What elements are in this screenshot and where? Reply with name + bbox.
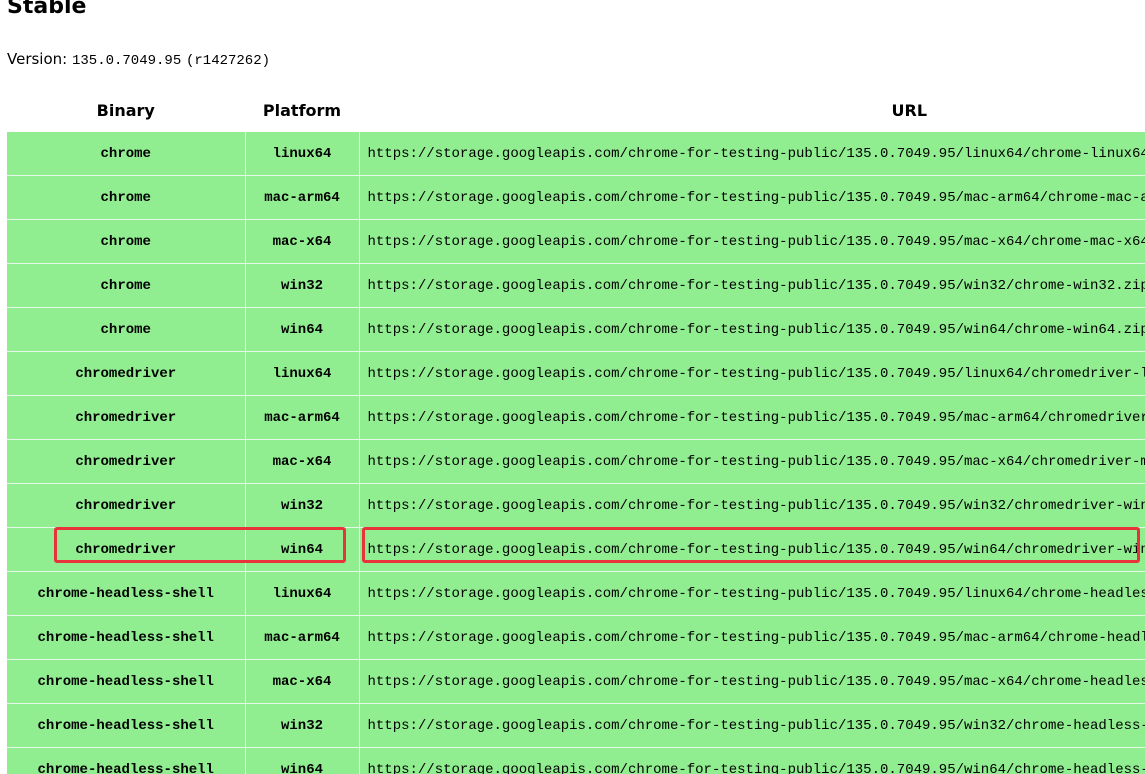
url-cell[interactable]: https://storage.googleapis.com/chrome-fo… — [359, 747, 1145, 774]
platform-cell: linux64 — [245, 132, 360, 176]
table-row: chrome mac-arm64 https://storage.googlea… — [7, 175, 1145, 220]
platform-cell: win64 — [245, 307, 360, 352]
platform-cell: win32 — [245, 263, 360, 308]
table-row: chrome-headless-shell win32 https://stor… — [7, 703, 1145, 748]
binary-cell: chrome — [7, 307, 246, 352]
binary-cell: chromedriver — [7, 439, 246, 484]
binary-cell: chromedriver — [7, 483, 246, 528]
header-url: URL — [359, 89, 1145, 132]
platform-cell: mac-x64 — [245, 659, 360, 704]
url-cell[interactable]: https://storage.googleapis.com/chrome-fo… — [359, 571, 1145, 616]
table-row: chrome linux64 https://storage.googleapi… — [7, 132, 1145, 176]
binary-cell: chrome — [7, 175, 246, 220]
url-cell[interactable]: https://storage.googleapis.com/chrome-fo… — [359, 351, 1145, 396]
platform-cell: linux64 — [245, 351, 360, 396]
table-row: chrome win32 https://storage.googleapis.… — [7, 263, 1145, 308]
url-cell[interactable]: https://storage.googleapis.com/chrome-fo… — [359, 483, 1145, 528]
version-number: 135.0.7049.95 — [72, 53, 182, 69]
binary-cell: chrome-headless-shell — [7, 659, 246, 704]
section-title: Stable — [7, 0, 87, 19]
platform-cell: win64 — [245, 747, 360, 774]
binary-cell: chrome — [7, 219, 246, 264]
table-body: chrome linux64 https://storage.googleapi… — [7, 132, 1145, 774]
binary-cell: chrome — [7, 132, 246, 176]
table-header-row: Binary Platform URL — [7, 89, 1145, 132]
table-row: chrome-headless-shell mac-arm64 https://… — [7, 615, 1145, 660]
table-row: chromedriver linux64 https://storage.goo… — [7, 351, 1145, 396]
binary-cell: chrome-headless-shell — [7, 615, 246, 660]
url-cell[interactable]: https://storage.googleapis.com/chrome-fo… — [359, 132, 1145, 176]
url-cell[interactable]: https://storage.googleapis.com/chrome-fo… — [359, 659, 1145, 704]
binary-cell: chrome — [7, 263, 246, 308]
binary-cell: chrome-headless-shell — [7, 747, 246, 774]
version-label: Version: — [7, 50, 68, 68]
version-line: Version: 135.0.7049.95 (r1427262) — [7, 48, 270, 72]
platform-cell: mac-arm64 — [245, 395, 360, 440]
platform-cell: win32 — [245, 703, 360, 748]
table-row: chrome win64 https://storage.googleapis.… — [7, 307, 1145, 352]
header-platform: Platform — [245, 89, 360, 132]
url-cell[interactable]: https://storage.googleapis.com/chrome-fo… — [359, 703, 1145, 748]
table-row: chrome-headless-shell win64 https://stor… — [7, 747, 1145, 774]
table-row: chromedriver win32 https://storage.googl… — [7, 483, 1145, 528]
platform-cell: mac-x64 — [245, 219, 360, 264]
url-cell[interactable]: https://storage.googleapis.com/chrome-fo… — [359, 439, 1145, 484]
platform-cell: win64 — [245, 527, 360, 572]
table-row: chromedriver mac-arm64 https://storage.g… — [7, 395, 1145, 440]
platform-cell: linux64 — [245, 571, 360, 616]
url-cell[interactable]: https://storage.googleapis.com/chrome-fo… — [359, 263, 1145, 308]
platform-cell: mac-arm64 — [245, 615, 360, 660]
table-row: chrome-headless-shell linux64 https://st… — [7, 571, 1145, 616]
url-cell[interactable]: https://storage.googleapis.com/chrome-fo… — [359, 219, 1145, 264]
binary-cell: chrome-headless-shell — [7, 703, 246, 748]
platform-cell: mac-arm64 — [245, 175, 360, 220]
url-cell[interactable]: https://storage.googleapis.com/chrome-fo… — [359, 615, 1145, 660]
downloads-table: Binary Platform URL chrome linux64 https… — [7, 89, 1145, 774]
url-cell[interactable]: https://storage.googleapis.com/chrome-fo… — [359, 175, 1145, 220]
url-cell[interactable]: https://storage.googleapis.com/chrome-fo… — [359, 527, 1145, 572]
table-row: chrome mac-x64 https://storage.googleapi… — [7, 219, 1145, 264]
version-revision: (r1427262) — [186, 53, 271, 69]
downloads-table-container: Binary Platform URL chrome linux64 https… — [7, 89, 1145, 774]
table-row: chrome-headless-shell mac-x64 https://st… — [7, 659, 1145, 704]
url-cell[interactable]: https://storage.googleapis.com/chrome-fo… — [359, 307, 1145, 352]
binary-cell: chromedriver — [7, 527, 246, 572]
binary-cell: chromedriver — [7, 395, 246, 440]
url-cell[interactable]: https://storage.googleapis.com/chrome-fo… — [359, 395, 1145, 440]
binary-cell: chrome-headless-shell — [7, 571, 246, 616]
binary-cell: chromedriver — [7, 351, 246, 396]
header-url-label: URL — [891, 101, 928, 120]
header-binary: Binary — [7, 89, 246, 132]
platform-cell: win32 — [245, 483, 360, 528]
platform-cell: mac-x64 — [245, 439, 360, 484]
table-row-highlighted: chromedriver win64 https://storage.googl… — [7, 527, 1145, 572]
table-row: chromedriver mac-x64 https://storage.goo… — [7, 439, 1145, 484]
